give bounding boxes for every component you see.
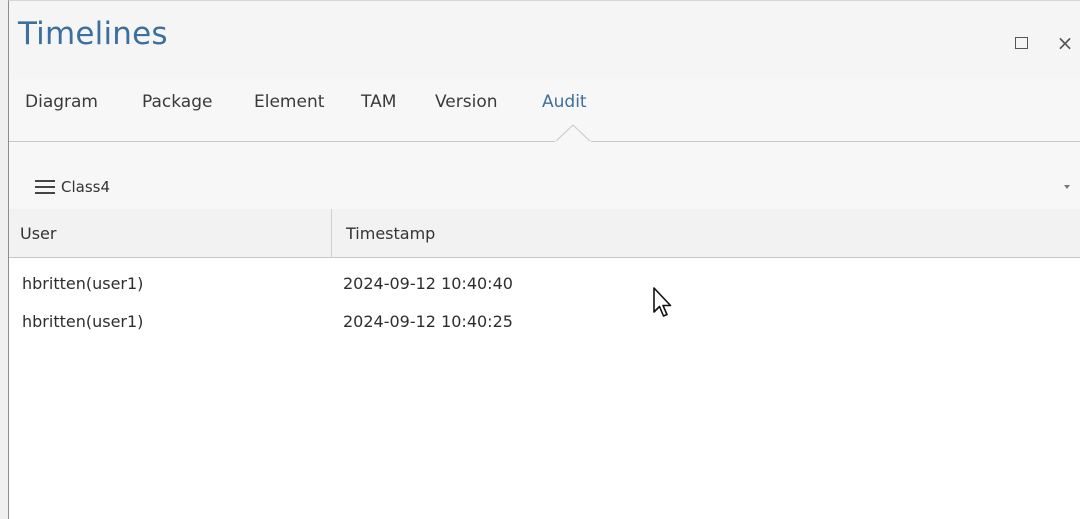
cell-timestamp: 2024-09-12 10:40:40 <box>343 274 513 293</box>
tab-version[interactable]: Version <box>435 92 498 112</box>
hamburger-icon[interactable] <box>35 180 55 194</box>
tab-audit[interactable]: Audit <box>542 92 587 112</box>
cell-timestamp: 2024-09-12 10:40:25 <box>343 312 513 331</box>
tab-diagram[interactable]: Diagram <box>25 92 98 112</box>
active-tab-indicator <box>555 124 591 143</box>
audit-table-body: hbritten(user1) 2024-09-12 10:40:40 hbri… <box>9 258 1080 519</box>
element-toolbar: Class4 <box>9 143 1080 209</box>
table-header: User Timestamp <box>9 209 1080 258</box>
table-row[interactable]: hbritten(user1) 2024-09-12 10:40:25 <box>9 303 1080 341</box>
tab-tam[interactable]: TAM <box>361 92 396 112</box>
title-bar: Timelines × <box>9 1 1080 79</box>
tab-bar: Diagram Package Element TAM Version Audi… <box>9 79 1080 143</box>
tab-divider <box>9 141 1080 142</box>
tab-element[interactable]: Element <box>254 92 324 112</box>
close-icon: × <box>1056 31 1074 55</box>
mouse-pointer-icon <box>653 287 672 317</box>
column-header-user[interactable]: User <box>9 209 332 257</box>
window-title: Timelines <box>18 16 168 52</box>
cell-user: hbritten(user1) <box>22 312 144 331</box>
chevron-down-icon[interactable] <box>1064 185 1070 189</box>
element-name-label[interactable]: Class4 <box>61 178 110 196</box>
column-header-timestamp[interactable]: Timestamp <box>333 209 1080 257</box>
maximize-icon <box>1014 37 1028 49</box>
table-row[interactable]: hbritten(user1) 2024-09-12 10:40:40 <box>9 265 1080 303</box>
cell-user: hbritten(user1) <box>22 274 144 293</box>
maximize-button[interactable] <box>1011 33 1031 53</box>
tab-package[interactable]: Package <box>142 92 212 112</box>
timelines-window: Timelines × Diagram Package Element TAM … <box>8 0 1080 519</box>
close-button[interactable]: × <box>1055 33 1075 53</box>
